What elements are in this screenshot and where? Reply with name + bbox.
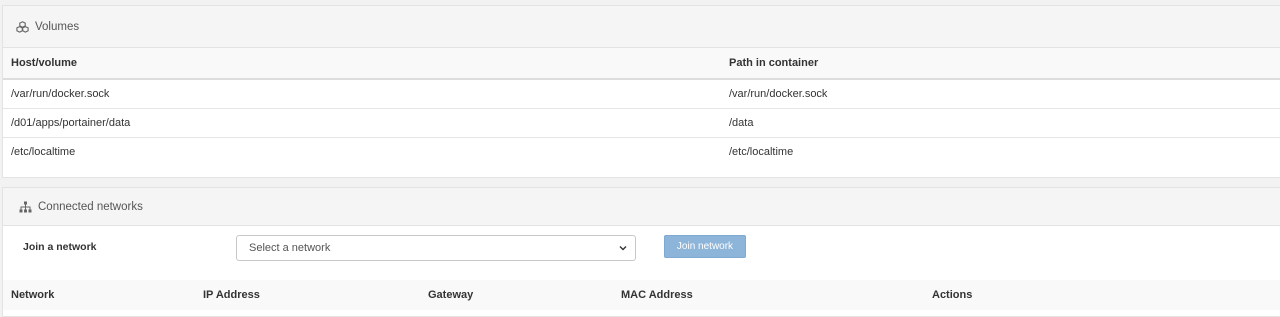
container-path-cell: /var/run/docker.sock: [721, 79, 1280, 109]
column-header-mac-address[interactable]: MAC Address: [613, 280, 924, 310]
container-path-cell: /etc/localtime: [729, 146, 794, 158]
table-row: /var/run/docker.sock /var/run/docker.soc…: [3, 79, 1280, 109]
column-header-gateway[interactable]: Gateway: [420, 280, 613, 310]
volumes-panel: Volumes Host/volume Path in container /v…: [2, 5, 1280, 178]
table-row: /etc/localtime /etc/localtime: [3, 138, 1280, 167]
host-volume-cell: /etc/localtime: [11, 146, 76, 158]
cubes-icon: [15, 20, 29, 34]
connected-networks-panel: Connected networks Join a network Select…: [2, 187, 1280, 317]
column-header-actions: Actions: [932, 289, 973, 301]
networks-table: Network IP Address Gateway MAC Address A…: [3, 280, 1280, 310]
column-header-ip-address[interactable]: IP Address: [195, 280, 420, 310]
network-select-placeholder: Select a network: [249, 242, 331, 254]
host-volume-cell: /d01/apps/portainer/data: [3, 108, 721, 138]
join-network-form: Join a network Select a network Join net…: [3, 226, 1280, 280]
network-select[interactable]: Select a network: [236, 235, 636, 261]
join-network-button[interactable]: Join network: [664, 235, 746, 258]
volumes-panel-heading: Volumes: [3, 6, 1280, 48]
column-header-host-volume[interactable]: Host/volume: [3, 48, 721, 80]
networks-panel-heading: Connected networks: [3, 188, 1280, 226]
container-path-cell: /data: [721, 108, 1280, 138]
volumes-table: Host/volume Path in container /var/run/d…: [3, 48, 1280, 166]
sitemap-icon: [18, 200, 32, 214]
host-volume-cell: /var/run/docker.sock: [3, 79, 721, 109]
table-header-row: Host/volume Path in container: [3, 48, 1280, 80]
column-header-path-in-container[interactable]: Path in container: [721, 48, 1280, 80]
chevron-down-icon: [617, 242, 629, 254]
column-header-network[interactable]: Network: [3, 280, 195, 310]
volumes-panel-title: Volumes: [35, 20, 80, 33]
table-header-row: Network IP Address Gateway MAC Address A…: [3, 280, 1280, 310]
join-network-label: Join a network: [23, 241, 97, 253]
table-row: /d01/apps/portainer/data /data: [3, 108, 1280, 138]
networks-panel-title: Connected networks: [38, 200, 143, 213]
